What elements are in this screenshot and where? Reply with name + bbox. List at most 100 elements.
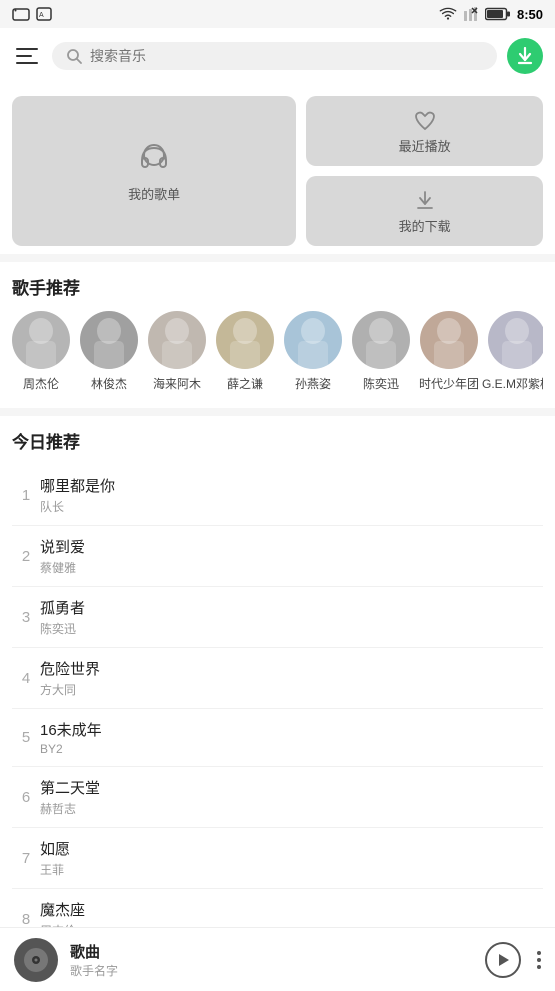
song-info: 魔杰座 周杰伦 bbox=[40, 899, 543, 927]
artist-face-icon bbox=[225, 311, 265, 369]
song-title: 孤勇者 bbox=[40, 597, 543, 618]
album-art-icon bbox=[22, 946, 50, 974]
songs-list: 1 哪里都是你 队长 2 说到爱 蔡健雅 3 孤勇者 陈奕迅 4 危险世界 方大… bbox=[12, 465, 543, 927]
artist-avatar bbox=[216, 311, 274, 369]
song-item[interactable]: 7 如愿 王菲 bbox=[12, 828, 543, 889]
play-button[interactable] bbox=[485, 942, 521, 978]
artist-face-icon bbox=[361, 311, 401, 369]
right-cards: 最近播放 我的下载 bbox=[306, 96, 543, 246]
header bbox=[0, 28, 555, 84]
artist-face-icon bbox=[21, 311, 61, 369]
search-icon bbox=[66, 48, 82, 64]
my-playlist-card[interactable]: 我的歌单 bbox=[12, 96, 296, 246]
player-thumbnail bbox=[14, 938, 58, 982]
artist-avatar bbox=[284, 311, 342, 369]
song-info: 16未成年 BY2 bbox=[40, 719, 543, 756]
my-download-label: 我的下载 bbox=[399, 216, 451, 235]
song-info: 说到爱 蔡健雅 bbox=[40, 536, 543, 576]
song-number: 5 bbox=[12, 729, 40, 746]
signal-off-icon bbox=[463, 7, 479, 21]
song-title: 如愿 bbox=[40, 838, 543, 859]
artist-item[interactable]: G.E.M邓紫棋 bbox=[488, 311, 543, 392]
artist-name: 海来阿木 bbox=[153, 375, 201, 392]
song-artist: 队长 bbox=[40, 498, 543, 515]
song-item[interactable]: 4 危险世界 方大同 bbox=[12, 648, 543, 709]
song-info: 孤勇者 陈奕迅 bbox=[40, 597, 543, 637]
my-download-card[interactable]: 我的下载 bbox=[306, 176, 543, 246]
artist-face-icon bbox=[89, 311, 129, 369]
song-info: 哪里都是你 队长 bbox=[40, 475, 543, 515]
artist-item[interactable]: 时代少年团 bbox=[420, 311, 478, 392]
menu-button[interactable] bbox=[12, 44, 42, 68]
song-info: 第二天堂 赫哲志 bbox=[40, 777, 543, 817]
song-item[interactable]: 1 哪里都是你 队长 bbox=[12, 465, 543, 526]
player-controls bbox=[485, 942, 541, 978]
artist-item[interactable]: 海来阿木 bbox=[148, 311, 206, 392]
artist-avatar bbox=[352, 311, 410, 369]
artists-title: 歌手推荐 bbox=[12, 274, 543, 299]
status-bar-right: 8:50 bbox=[439, 7, 543, 22]
song-artist: 陈奕迅 bbox=[40, 620, 543, 637]
artists-section: 歌手推荐 周杰伦 林俊杰 bbox=[0, 262, 555, 408]
artist-name: 林俊杰 bbox=[91, 375, 127, 392]
search-input[interactable] bbox=[90, 48, 483, 64]
song-item[interactable]: 2 说到爱 蔡健雅 bbox=[12, 526, 543, 587]
song-number: 7 bbox=[12, 850, 40, 867]
song-title: 说到爱 bbox=[40, 536, 543, 557]
today-title: 今日推荐 bbox=[12, 428, 543, 453]
artist-item[interactable]: 孙燕姿 bbox=[284, 311, 342, 392]
artist-name: 薛之谦 bbox=[227, 375, 263, 392]
player-info: 歌曲 歌手名字 bbox=[70, 941, 473, 979]
artist-face-icon bbox=[293, 311, 333, 369]
song-artist: 方大同 bbox=[40, 681, 543, 698]
song-title: 危险世界 bbox=[40, 658, 543, 679]
song-artist: 王菲 bbox=[40, 861, 543, 878]
artist-avatar bbox=[488, 311, 543, 369]
song-number: 4 bbox=[12, 670, 40, 687]
search-box[interactable] bbox=[52, 42, 497, 70]
song-number: 2 bbox=[12, 548, 40, 565]
time-display: 8:50 bbox=[517, 7, 543, 22]
song-artist: BY2 bbox=[40, 742, 543, 756]
recent-play-label: 最近播放 bbox=[399, 136, 451, 155]
status-bar: A 8:50 bbox=[0, 0, 555, 28]
my-playlist-label: 我的歌单 bbox=[128, 184, 180, 203]
artist-item[interactable]: 陈奕迅 bbox=[352, 311, 410, 392]
song-number: 6 bbox=[12, 789, 40, 806]
artist-face-icon bbox=[429, 311, 469, 369]
song-title: 哪里都是你 bbox=[40, 475, 543, 496]
artists-list: 周杰伦 林俊杰 海来阿木 bbox=[12, 311, 543, 396]
song-item[interactable]: 5 16未成年 BY2 bbox=[12, 709, 543, 767]
artist-item[interactable]: 林俊杰 bbox=[80, 311, 138, 392]
recent-play-card[interactable]: 最近播放 bbox=[306, 96, 543, 166]
song-item[interactable]: 6 第二天堂 赫哲志 bbox=[12, 767, 543, 828]
song-number: 3 bbox=[12, 609, 40, 626]
artist-face-icon bbox=[497, 311, 537, 369]
song-artist: 蔡健雅 bbox=[40, 559, 543, 576]
status-bar-left: A bbox=[12, 7, 52, 21]
play-icon bbox=[496, 953, 510, 967]
artist-avatar bbox=[12, 311, 70, 369]
more-options-button[interactable] bbox=[537, 951, 541, 969]
bottom-player: 歌曲 歌手名字 bbox=[0, 927, 555, 991]
song-info: 危险世界 方大同 bbox=[40, 658, 543, 698]
download-icon bbox=[516, 47, 534, 65]
artist-item[interactable]: 周杰伦 bbox=[12, 311, 70, 392]
artist-name: 周杰伦 bbox=[23, 375, 59, 392]
song-number: 1 bbox=[12, 487, 40, 504]
artist-name: 陈奕迅 bbox=[363, 375, 399, 392]
player-artist: 歌手名字 bbox=[70, 962, 473, 979]
song-info: 如愿 王菲 bbox=[40, 838, 543, 878]
svg-text:A: A bbox=[39, 12, 44, 19]
heart-icon bbox=[413, 108, 437, 132]
top-cards: 我的歌单 最近播放 我的下载 bbox=[0, 84, 555, 254]
artist-name: G.E.M邓紫棋 bbox=[482, 375, 543, 392]
song-item[interactable]: 3 孤勇者 陈奕迅 bbox=[12, 587, 543, 648]
song-item[interactable]: 8 魔杰座 周杰伦 bbox=[12, 889, 543, 927]
song-title: 16未成年 bbox=[40, 719, 543, 740]
song-artist: 赫哲志 bbox=[40, 800, 543, 817]
download-button[interactable] bbox=[507, 38, 543, 74]
wifi-icon bbox=[439, 7, 457, 21]
artist-name: 时代少年团 bbox=[419, 375, 479, 392]
artist-item[interactable]: 薛之谦 bbox=[216, 311, 274, 392]
